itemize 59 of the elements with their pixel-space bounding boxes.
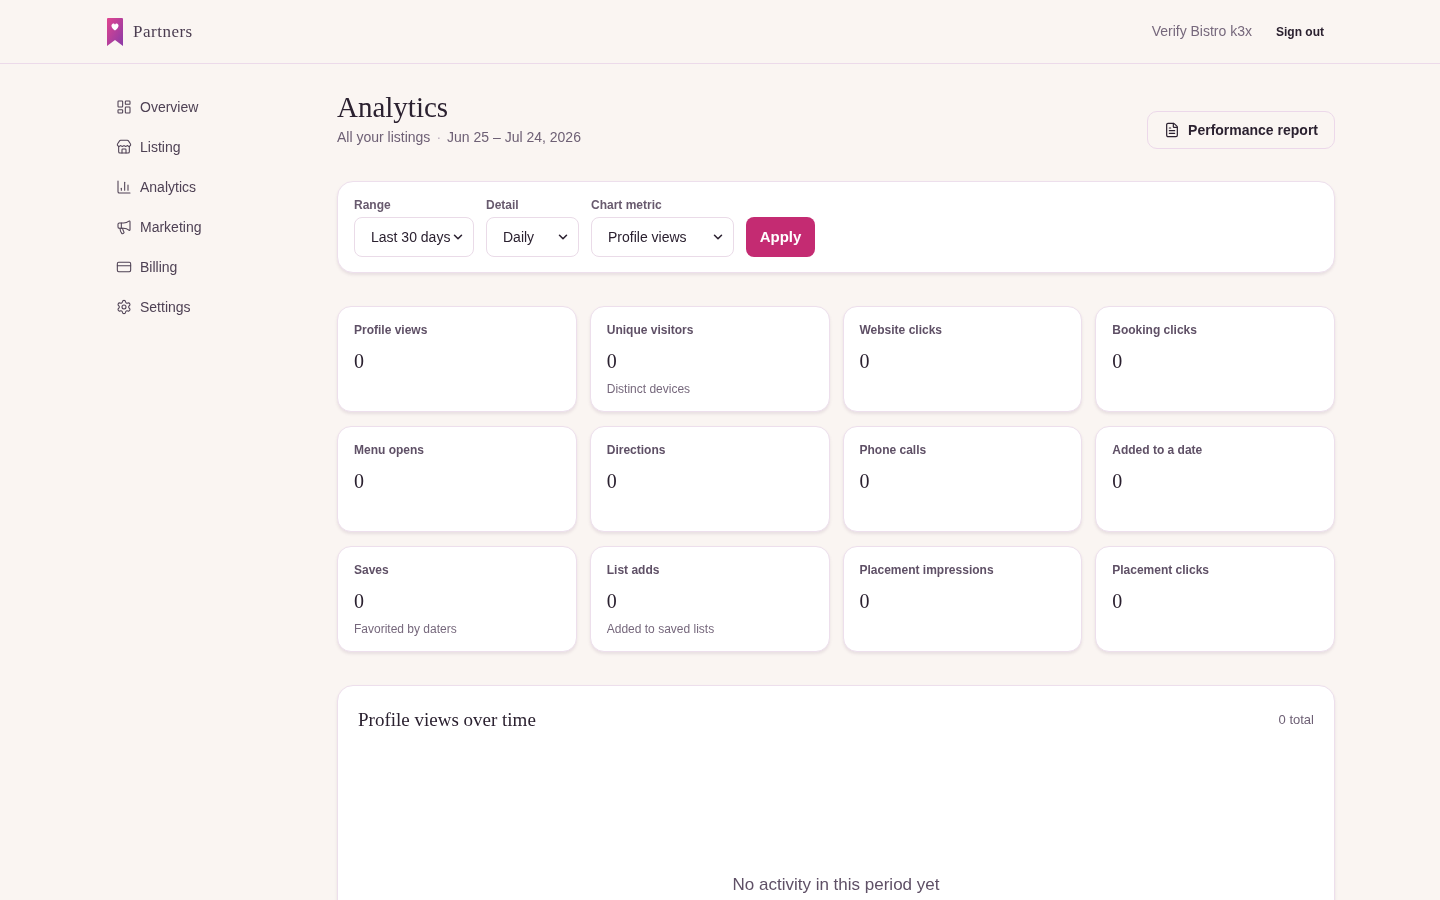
account-name: Verify Bistro k3x <box>1151 22 1252 41</box>
document-icon <box>1164 122 1181 138</box>
stat-value: 0 <box>354 349 364 373</box>
brand-name: Partners <box>133 20 193 43</box>
filter-label: Range <box>354 197 392 213</box>
stat-label: Placement clicks <box>1112 563 1209 577</box>
filter-select[interactable]: Profile views <box>591 217 734 257</box>
stat-label: Menu opens <box>354 443 424 457</box>
stat-note: Favorited by daters <box>354 622 457 636</box>
stat-value: 0 <box>1112 349 1123 373</box>
separator-dot: · <box>436 128 442 147</box>
stat-note: Distinct devices <box>606 382 691 396</box>
grid-icon <box>116 99 132 115</box>
stat-note: Added to saved lists <box>606 622 715 636</box>
sign-out-link[interactable]: Sign out <box>1276 22 1324 41</box>
stat-label: Booking clicks <box>1112 323 1197 337</box>
stat-value: 0 <box>859 349 870 373</box>
sidebar-item[interactable]: Listing <box>116 127 181 167</box>
stat-value: 0 <box>606 589 617 613</box>
stat-value: 0 <box>354 589 364 613</box>
stat-label: Saves <box>354 563 389 577</box>
stat-value: 0 <box>859 589 870 613</box>
empty-state-message: No activity in this period yet <box>731 874 941 896</box>
performance-report-button[interactable]: Performance report <box>1147 111 1335 149</box>
chart-title: Profile views over time <box>358 708 536 732</box>
stat-label: Profile views <box>354 323 428 337</box>
bar-chart-icon <box>116 179 132 195</box>
bookmark-heart-logo-icon <box>107 17 123 46</box>
stat-label: Unique visitors <box>606 323 694 337</box>
chart-total: 0 total <box>1278 711 1314 730</box>
stat-value: 0 <box>1112 469 1123 493</box>
date-range: Jun 25 – Jul 24, 2026 <box>447 128 581 147</box>
stat-value: 0 <box>606 469 617 493</box>
apply-button[interactable]: Apply <box>746 217 815 257</box>
sidebar-item[interactable]: Overview <box>116 87 199 127</box>
stat-label: Phone calls <box>859 443 927 457</box>
stat-label: Added to a date <box>1112 443 1203 457</box>
stat-value: 0 <box>859 469 870 493</box>
filter-select[interactable]: Daily <box>486 217 579 257</box>
credit-card-icon <box>116 259 132 275</box>
stat-label: Website clicks <box>859 323 942 337</box>
filter-label: Chart metric <box>591 197 663 213</box>
stat-label: Directions <box>606 443 666 457</box>
page-title: Analytics <box>337 90 449 125</box>
stat-label: Placement impressions <box>859 563 994 577</box>
megaphone-icon <box>116 219 132 235</box>
sidebar-item[interactable]: Settings <box>116 287 191 327</box>
filter-label: Detail <box>486 197 520 213</box>
stat-value: 0 <box>354 469 364 493</box>
settings-icon <box>116 299 132 315</box>
sidebar-item[interactable]: Marketing <box>116 207 202 247</box>
sidebar-item[interactable]: Analytics <box>116 167 197 207</box>
sidebar-item[interactable]: Billing <box>116 247 178 287</box>
listing-scope: All your listings <box>337 128 431 147</box>
stat-label: List adds <box>606 563 660 577</box>
storefront-icon <box>116 139 132 155</box>
stat-value: 0 <box>606 349 617 373</box>
stat-value: 0 <box>1112 589 1123 613</box>
filter-select[interactable]: Last 30 days <box>354 217 474 257</box>
